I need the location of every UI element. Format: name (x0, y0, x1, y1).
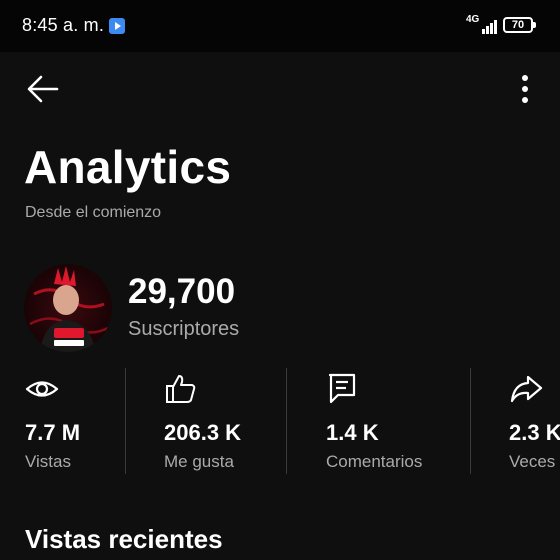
status-time: 8:45 a. m. (22, 15, 105, 35)
stat-likes-label: Me gusta (164, 452, 234, 471)
page-subtitle: Desde el comienzo (25, 204, 162, 221)
signal-icon (474, 18, 498, 34)
stat-shares-value: 2.3 K (509, 420, 560, 445)
more-vertical-icon (522, 75, 528, 103)
back-arrow-icon (27, 75, 59, 103)
recent-views-title: Vistas recientes (25, 524, 223, 554)
stat-comments-label: Comentarios (326, 452, 423, 471)
notification-icon (109, 18, 125, 34)
comment-icon (328, 373, 356, 404)
avatar-image (24, 264, 112, 352)
stat-views-value: 7.7 M (25, 420, 81, 445)
back-button[interactable] (24, 72, 62, 106)
stat-divider (286, 368, 287, 474)
analytics-screen: 8:45 a. m. 4G 70 Analytics Desde el comi… (0, 0, 560, 560)
stat-shares[interactable]: 2.3 K Veces (509, 368, 560, 478)
battery-icon: 70 (503, 17, 536, 33)
channel-avatar[interactable] (24, 264, 112, 352)
more-options-button[interactable] (508, 70, 542, 108)
stat-views-label: Vistas (25, 452, 71, 471)
stat-divider (470, 368, 471, 474)
stat-shares-label: Veces (509, 452, 556, 471)
stat-comments-value: 1.4 K (326, 420, 379, 445)
subscribers-count: 29,700 (128, 272, 236, 311)
eye-icon (25, 381, 59, 397)
page-title: Analytics (24, 141, 232, 193)
stat-likes-value: 206.3 K (164, 420, 242, 445)
share-icon (510, 375, 543, 403)
subscribers-label: Suscriptores (128, 318, 240, 340)
stat-divider (125, 368, 126, 474)
thumbs-up-icon (166, 375, 196, 403)
status-bar: 8:45 a. m. 4G 70 (0, 0, 560, 52)
